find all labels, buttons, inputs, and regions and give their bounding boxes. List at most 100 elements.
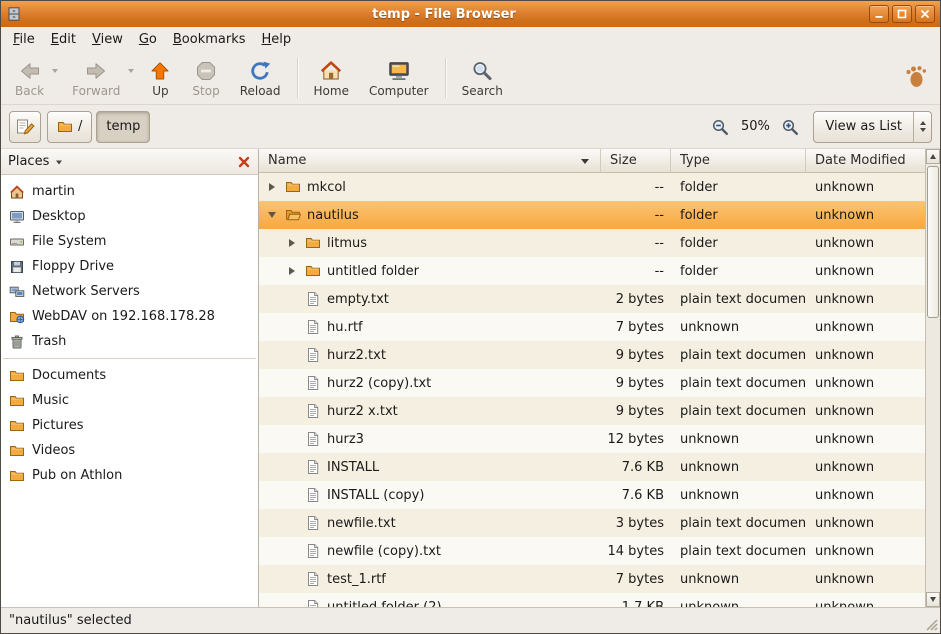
expander-collapsed-icon[interactable] — [285, 267, 299, 275]
path-button-temp[interactable]: temp — [96, 111, 150, 143]
file-row[interactable]: hurz2 (copy).txt9 bytesplain text docume… — [259, 369, 925, 397]
scroll-up-button[interactable] — [926, 149, 940, 164]
file-name-label: newfile (copy).txt — [327, 544, 441, 559]
sidebar-item-pictures[interactable]: Pictures — [1, 413, 258, 438]
forward-history-dropdown-icon[interactable] — [128, 69, 134, 73]
file-row[interactable]: untitled folder (2)1.7 KBunknownunknown — [259, 593, 925, 607]
file-name-cell: newfile.txt — [259, 515, 601, 531]
toolbar-reload-button[interactable]: Reload — [230, 56, 291, 100]
back-history-dropdown-icon[interactable] — [52, 69, 58, 73]
view-mode-selector[interactable]: View as List — [813, 111, 932, 143]
folder-icon — [9, 368, 25, 384]
file-type-cell: unknown — [671, 572, 806, 587]
column-header-size[interactable]: Size — [601, 149, 671, 173]
file-row[interactable]: hurz2.txt9 bytesplain text documentunkno… — [259, 341, 925, 369]
file-type-cell: unknown — [671, 320, 806, 335]
file-row[interactable]: untitled folder--folderunknown — [259, 257, 925, 285]
menu-view[interactable]: View — [84, 29, 131, 50]
file-type-cell: plain text document — [671, 516, 806, 531]
sidebar-item-file-system[interactable]: File System — [1, 229, 258, 254]
file-manager-window-icon — [6, 6, 22, 22]
toolbar-home-button[interactable]: Home — [304, 56, 359, 100]
sidebar-item-label: Desktop — [32, 209, 86, 224]
toolbar-back-button[interactable]: Back — [5, 56, 62, 100]
toolbar-reload-label: Reload — [240, 84, 281, 98]
close-button[interactable] — [915, 5, 935, 23]
expander-collapsed-icon[interactable] — [265, 183, 279, 191]
file-rows: mkcol--folderunknownnautilus--folderunkn… — [259, 173, 925, 607]
file-row[interactable]: hu.rtf7 bytesunknownunknown — [259, 313, 925, 341]
close-sidebar-button[interactable] — [237, 155, 251, 169]
sidebar-item-desktop[interactable]: Desktop — [1, 204, 258, 229]
search-icon — [470, 59, 494, 83]
scroll-down-button[interactable] — [926, 592, 940, 607]
file-row[interactable]: test_1.rtf7 bytesunknownunknown — [259, 565, 925, 593]
resize-grip[interactable] — [925, 618, 938, 631]
minimize-button[interactable] — [869, 5, 889, 23]
file-date-cell: unknown — [806, 404, 925, 419]
file-row[interactable]: newfile (copy).txt14 bytesplain text doc… — [259, 537, 925, 565]
column-header-name[interactable]: Name — [259, 149, 601, 173]
maximize-button[interactable] — [892, 5, 912, 23]
menu-file[interactable]: File — [5, 29, 43, 50]
toolbar-forward-button[interactable]: Forward — [62, 56, 138, 100]
toolbar-up-button[interactable]: Up — [138, 56, 182, 100]
toolbar-stop-button[interactable]: Stop — [182, 56, 229, 100]
sidebar-item-videos[interactable]: Videos — [1, 438, 258, 463]
scrollbar-thumb[interactable] — [927, 166, 939, 318]
menu-go[interactable]: Go — [131, 29, 165, 50]
folder-icon — [285, 179, 301, 195]
path-button-root[interactable]: / — [47, 111, 92, 143]
expander-expanded-icon[interactable] — [265, 212, 279, 218]
file-row[interactable]: empty.txt2 bytesplain text documentunkno… — [259, 285, 925, 313]
file-row[interactable]: nautilus--folderunknown — [259, 201, 925, 229]
toolbar-computer-button[interactable]: Computer — [359, 56, 439, 100]
toolbar-computer-label: Computer — [369, 84, 429, 98]
file-name-label: hurz2 (copy).txt — [327, 376, 431, 391]
sidebar-item-network-servers[interactable]: Network Servers — [1, 279, 258, 304]
close-window-icon — [920, 9, 930, 19]
column-header-type[interactable]: Type — [671, 149, 806, 173]
toolbar-search-button[interactable]: Search — [452, 56, 513, 100]
file-row[interactable]: litmus--folderunknown — [259, 229, 925, 257]
view-mode-value: View as List — [814, 112, 913, 142]
sidebar-item-webdav-on-192-168-178-28[interactable]: WebDAV on 192.168.178.28 — [1, 304, 258, 329]
titlebar[interactable]: temp - File Browser — [1, 1, 940, 27]
zoom-out-button[interactable] — [711, 118, 729, 136]
column-header-date-modified[interactable]: Date Modified — [806, 149, 925, 173]
scroll-up-icon — [930, 154, 936, 159]
file-row[interactable]: INSTALL (copy)7.6 KBunknownunknown — [259, 481, 925, 509]
file-name-label: untitled folder (2) — [327, 600, 442, 608]
toolbar-search-label: Search — [462, 84, 503, 98]
menu-help[interactable]: Help — [254, 29, 300, 50]
vertical-scrollbar[interactable] — [925, 149, 940, 607]
edit-location-button[interactable] — [9, 111, 41, 143]
sidebar-item-pub-on-athlon[interactable]: Pub on Athlon — [1, 463, 258, 488]
view-mode-stepper[interactable] — [913, 112, 931, 142]
file-row[interactable]: hurz2 x.txt9 bytesplain text documentunk… — [259, 397, 925, 425]
sidebar-item-documents[interactable]: Documents — [1, 363, 258, 388]
sidebar-item-trash[interactable]: Trash — [1, 329, 258, 354]
file-size-cell: 7.6 KB — [601, 460, 671, 475]
file-browser-window: temp - File Browser FileEditViewGoBookma… — [0, 0, 941, 634]
expander-collapsed-icon[interactable] — [285, 239, 299, 247]
file-row[interactable]: mkcol--folderunknown — [259, 173, 925, 201]
file-type-cell: unknown — [671, 432, 806, 447]
zoom-in-button[interactable] — [781, 118, 799, 136]
file-size-cell: -- — [601, 208, 671, 223]
file-date-cell: unknown — [806, 180, 925, 195]
file-date-cell: unknown — [806, 320, 925, 335]
path-bar: /temp — [47, 111, 150, 143]
file-row[interactable]: INSTALL7.6 KBunknownunknown — [259, 453, 925, 481]
file-row[interactable]: hurz312 bytesunknownunknown — [259, 425, 925, 453]
scrollbar-track[interactable] — [926, 164, 940, 592]
places-header[interactable]: Places — [1, 149, 258, 175]
sidebar-item-floppy-drive[interactable]: Floppy Drive — [1, 254, 258, 279]
back-arrow-icon — [18, 59, 42, 83]
sidebar-item-martin[interactable]: martin — [1, 179, 258, 204]
sidebar-item-music[interactable]: Music — [1, 388, 258, 413]
column-header-label: Size — [610, 153, 637, 168]
menu-edit[interactable]: Edit — [43, 29, 84, 50]
menu-bookmarks[interactable]: Bookmarks — [165, 29, 254, 50]
file-row[interactable]: newfile.txt3 bytesplain text documentunk… — [259, 509, 925, 537]
